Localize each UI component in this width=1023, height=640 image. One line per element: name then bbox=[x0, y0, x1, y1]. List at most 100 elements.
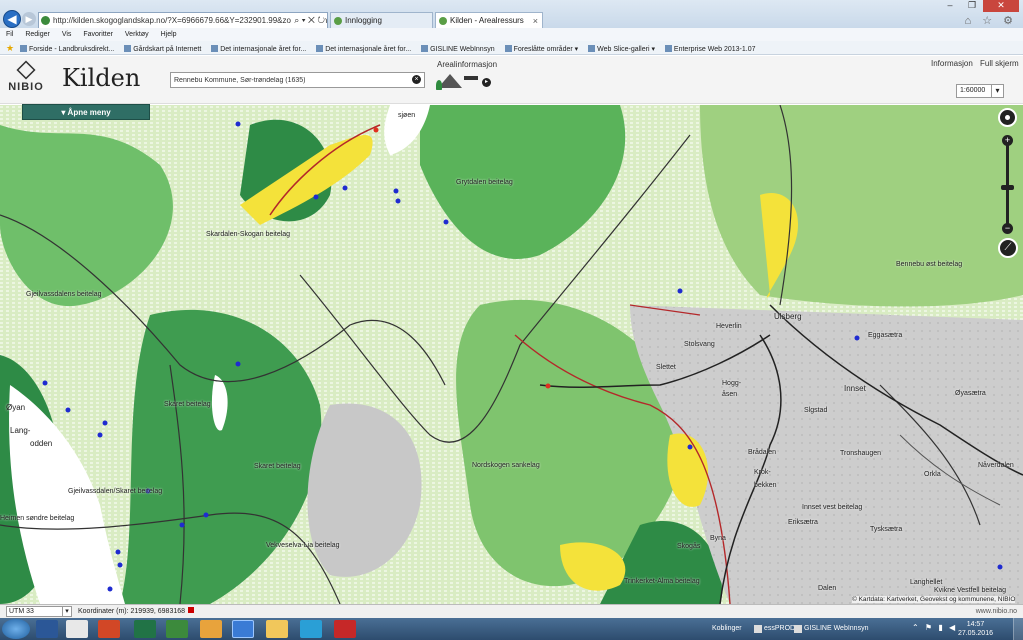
powerpoint-app-icon[interactable] bbox=[98, 620, 120, 638]
map-label: Bennebu øst beitelag bbox=[896, 261, 963, 268]
map-label: Slettet bbox=[656, 364, 676, 371]
map-label: Langhellet bbox=[910, 579, 943, 586]
explorer-app-icon[interactable] bbox=[266, 620, 288, 638]
favorite-link[interactable]: Web Slice-galleri ▾ bbox=[588, 45, 655, 53]
minimize-button[interactable]: – bbox=[939, 0, 961, 12]
zoom-out-button[interactable]: − bbox=[1002, 223, 1013, 234]
map-label: Ulsberg bbox=[774, 312, 802, 321]
status-bar: UTM 33 ▾ Koordinater (m): 219939, 698316… bbox=[0, 604, 1023, 618]
clock-date: 27.05.2016 bbox=[957, 630, 993, 637]
projection-select[interactable]: UTM 33 ▾ bbox=[6, 606, 72, 617]
map-label: Slgstad bbox=[804, 407, 828, 414]
window-controls: – ❐ ✕ bbox=[939, 0, 1019, 12]
map-label: Eriksæt­ra bbox=[788, 519, 818, 526]
map-label: Skaret beitelag bbox=[254, 463, 301, 470]
favorite-link[interactable]: Foreslåtte områder ▾ bbox=[504, 45, 578, 53]
menu-edit[interactable]: Rediger bbox=[25, 31, 50, 38]
map-label: Heimen søndre beitelag bbox=[0, 515, 75, 522]
start-button[interactable] bbox=[2, 619, 30, 639]
favorite-link[interactable]: GISLINE WebInnsyn bbox=[421, 45, 495, 53]
excel-app-icon[interactable] bbox=[134, 620, 156, 638]
expand-arrow-icon[interactable]: ▸ bbox=[482, 78, 491, 87]
zoom-slider-track[interactable] bbox=[1006, 138, 1009, 230]
tab-label: Innlogging bbox=[345, 16, 382, 25]
map-label: Skogås bbox=[677, 543, 701, 550]
map-label: Heverlin bbox=[716, 323, 742, 330]
menu-tools[interactable]: Verktøy bbox=[125, 31, 149, 38]
clear-search-icon[interactable]: × bbox=[412, 75, 421, 84]
maximize-button[interactable]: ❐ bbox=[961, 0, 983, 12]
info-link[interactable]: Informasjon bbox=[931, 59, 973, 68]
close-window-button[interactable]: ✕ bbox=[983, 0, 1019, 12]
map-label: Skardalen-Skogan beitelag bbox=[206, 231, 291, 238]
menu-file[interactable]: Fil bbox=[6, 31, 13, 38]
fullscreen-link[interactable]: Full skjerm bbox=[980, 59, 1019, 68]
plane-icon bbox=[464, 76, 478, 80]
map-label: Brådalen bbox=[748, 449, 777, 456]
menu-view[interactable]: Vis bbox=[62, 31, 72, 38]
scale-select[interactable]: 1:60000 ▾ bbox=[956, 84, 1004, 98]
taskbar-item-essprod[interactable]: essPROD bbox=[752, 620, 795, 638]
map-label: Gjeilvassdalens beitelag bbox=[26, 291, 102, 298]
site-url[interactable]: www.nibio.no bbox=[976, 605, 1017, 618]
address-bar[interactable]: http://kilden.skogoglandskap.no/?X=69666… bbox=[38, 12, 328, 29]
favorite-link[interactable]: Gårdskart på Internett bbox=[124, 45, 201, 53]
open-menu-button[interactable]: ▾ Åpne meny bbox=[22, 104, 150, 120]
area-info-panel[interactable]: Arealinformasjon ▸ bbox=[432, 60, 502, 100]
map-label: Dalen bbox=[818, 585, 837, 592]
paint-app-icon[interactable] bbox=[66, 620, 88, 638]
zoom-in-button[interactable]: + bbox=[1002, 135, 1013, 146]
map-label: Byna bbox=[710, 535, 726, 542]
app-header: NIBIO Kilden × Arealinformasjon ▸ Inform… bbox=[0, 56, 1023, 104]
logo-word: NIBIO bbox=[8, 81, 44, 93]
menu-favorites[interactable]: Favoritter bbox=[83, 31, 113, 38]
show-desktop-button[interactable] bbox=[1013, 618, 1023, 640]
taskbar-item-gisline[interactable]: GISLINE WebInnsyn bbox=[792, 620, 868, 638]
measure-tool-icon[interactable]: ⟋ bbox=[998, 238, 1018, 258]
favorites-star-icon[interactable]: ★ bbox=[6, 43, 14, 53]
map-label: Nåverdalen bbox=[978, 462, 1014, 469]
taskbar-item-koblinger[interactable]: Koblinger bbox=[700, 620, 742, 638]
pdf-app-icon[interactable] bbox=[334, 620, 356, 638]
forward-button[interactable]: ▶ bbox=[22, 12, 36, 26]
link-icon bbox=[20, 45, 28, 52]
clock[interactable]: 14:57 27.05.2016 bbox=[958, 620, 993, 638]
tab-close-icon[interactable]: × bbox=[533, 13, 538, 29]
tab-label: Kilden - Arealressurs bbox=[450, 16, 524, 25]
home-favorites-settings-icons[interactable]: ⌂ ☆ ⚙ bbox=[965, 14, 1017, 27]
map-canvas[interactable]: sjøen Skardalen-Skogan beitelag Gjeilvas… bbox=[0, 105, 1023, 604]
back-button[interactable]: ◀ bbox=[3, 10, 21, 28]
map-attribution: © Kartdata: Kartverket, Geovekst og komm… bbox=[852, 596, 1016, 603]
link-icon bbox=[124, 45, 132, 52]
link-icon bbox=[504, 45, 512, 52]
favorite-link[interactable]: Enterprise Web 2013-1.07 bbox=[664, 45, 756, 53]
tab-innlogging[interactable]: Innlogging bbox=[330, 12, 433, 29]
area-info-label: Arealinformasjon bbox=[436, 60, 498, 69]
favorite-link[interactable]: Det internasjonale året for... bbox=[211, 45, 306, 53]
internet-explorer-icon[interactable] bbox=[232, 620, 254, 638]
map-label: Stolsvang bbox=[684, 341, 715, 348]
favorite-link[interactable]: Forside - Landbruksdirekt... bbox=[20, 45, 114, 53]
word-app-icon[interactable] bbox=[36, 620, 58, 638]
map-app-icon[interactable] bbox=[166, 620, 188, 638]
window-icon bbox=[794, 625, 802, 633]
favorite-link[interactable]: Det internasjonale året for... bbox=[316, 45, 411, 53]
browser-menubar: Fil Rediger Vis Favoritter Verktøy Hjelp bbox=[0, 28, 1023, 41]
map-label: Gjeilvassdalen/Skaret beitelag bbox=[68, 488, 163, 495]
location-search-input[interactable] bbox=[170, 72, 425, 88]
zoom-slider-thumb[interactable] bbox=[1001, 185, 1014, 190]
map-label: Tronshaugen bbox=[840, 450, 881, 457]
address-controls[interactable]: ⌕ ▾ ✕ ↻ bbox=[291, 13, 325, 28]
nibio-logo[interactable]: NIBIO bbox=[6, 59, 46, 101]
menu-help[interactable]: Hjelp bbox=[161, 31, 177, 38]
coordinate-marker-icon bbox=[188, 607, 195, 613]
system-tray-icons[interactable]: ⌃ ⚑ ▮ ◀ bbox=[912, 623, 957, 632]
compass-icon[interactable] bbox=[998, 108, 1017, 127]
scale-value: 1:60000 bbox=[960, 87, 986, 94]
skype-app-icon[interactable] bbox=[300, 620, 322, 638]
tab-kilden[interactable]: Kilden - Arealressurs × bbox=[435, 12, 543, 29]
address-url: http://kilden.skogoglandskap.no/?X=69666… bbox=[53, 16, 328, 25]
folder-app-icon[interactable] bbox=[200, 620, 222, 638]
clock-time: 14:57 bbox=[966, 621, 985, 628]
link-icon bbox=[211, 45, 219, 52]
